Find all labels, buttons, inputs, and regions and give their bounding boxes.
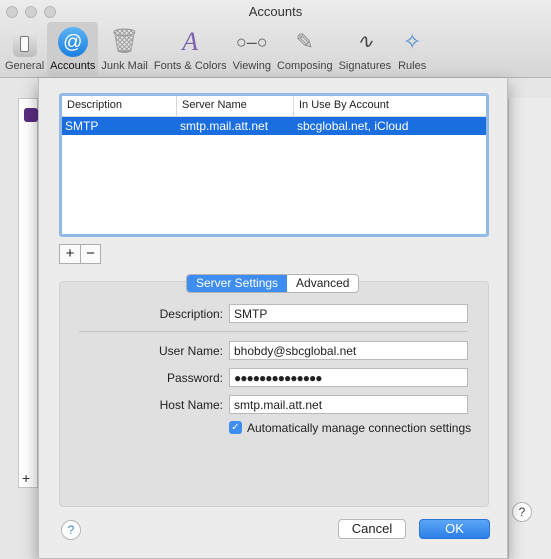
add-remove-control: + − (59, 244, 101, 264)
cell-server-name: smtp.mail.att.net (180, 119, 269, 133)
pencil-icon: ✎ (295, 29, 314, 54)
toolbar-junk-mail[interactable]: 🗑︎ Junk Mail (98, 22, 150, 76)
description-field[interactable]: SMTP (229, 304, 468, 323)
toolbar-label: General (5, 60, 45, 72)
toolbar-fonts-colors[interactable]: A Fonts & Colors (151, 22, 230, 76)
toolbar-label: Accounts (50, 60, 96, 72)
toolbar-rules[interactable]: ✧ Rules (394, 22, 430, 76)
description-label: Description: (159, 307, 223, 321)
add-server-button[interactable]: + (60, 245, 80, 263)
toolbar-label: Viewing (232, 60, 271, 72)
username-field[interactable]: bhobdy@sbcglobal.net (229, 341, 468, 360)
ok-button[interactable]: OK (419, 519, 490, 539)
server-table[interactable]: Description Server Name In Use By Accoun… (59, 93, 489, 237)
username-label: User Name: (158, 344, 223, 358)
window-title: Accounts (248, 4, 303, 19)
tab-advanced[interactable]: Advanced (287, 275, 358, 292)
toolbar-composing[interactable]: ✎ Composing (274, 22, 336, 76)
hostname-label: Host Name: (159, 398, 223, 412)
tab-server-settings[interactable]: Server Settings (187, 275, 288, 292)
help-button[interactable]: ? (61, 520, 81, 540)
toolbar-label: Signatures (338, 60, 392, 72)
password-label: Password: (166, 371, 223, 385)
column-header-server-name[interactable]: Server Name (177, 96, 294, 116)
rules-icon: ✧ (402, 29, 422, 54)
accounts-list-background (18, 98, 38, 488)
at-sign-icon: @ (57, 27, 88, 57)
settings-tab-control: Server Settings Advanced (186, 274, 360, 293)
table-header: Description Server Name In Use By Accoun… (62, 96, 486, 117)
background-panel-edge (508, 98, 551, 559)
form-divider (79, 331, 468, 332)
toolbar-label: Fonts & Colors (153, 60, 227, 72)
password-field[interactable]: ●●●●●●●●●●●●●● (229, 368, 468, 387)
preferences-titlebar: Accounts General @ Accounts 🗑︎ Junk Mail… (0, 0, 551, 78)
toolbar-viewing[interactable]: ○‒○ Viewing (230, 22, 274, 76)
toolbar-label: Rules (398, 60, 427, 72)
toolbar-accounts[interactable]: @ Accounts (47, 22, 99, 76)
table-row[interactable]: SMTP smtp.mail.att.net sbcglobal.net, iC… (62, 117, 486, 135)
cell-description: SMTP (65, 119, 99, 133)
general-icon (12, 31, 37, 57)
fonts-icon: A (182, 27, 199, 56)
remove-server-button[interactable]: − (80, 245, 100, 263)
column-header-description[interactable]: Description (62, 96, 177, 116)
toolbar-label: Junk Mail (101, 60, 148, 72)
trash-icon: 🗑︎ (109, 28, 140, 55)
toolbar-general[interactable]: General (2, 22, 47, 76)
toolbar-label: Composing (276, 60, 333, 72)
auto-manage-label[interactable]: Automatically manage connection settings (247, 421, 471, 435)
glasses-icon: ○‒○ (235, 32, 268, 52)
account-icon (24, 108, 38, 122)
preferences-toolbar: General @ Accounts 🗑︎ Junk Mail A Fonts … (2, 22, 430, 76)
signature-icon: ∿ (356, 31, 374, 53)
add-account-icon: + (22, 470, 31, 486)
toolbar-signatures[interactable]: ∿ Signatures (336, 22, 395, 76)
cancel-button[interactable]: Cancel (338, 519, 406, 539)
hostname-field[interactable]: smtp.mail.att.net (229, 395, 468, 414)
column-header-in-use-by[interactable]: In Use By Account (294, 96, 486, 116)
smtp-server-sheet: Description Server Name In Use By Accoun… (38, 78, 508, 559)
auto-manage-checkbox[interactable]: ✓ (229, 421, 242, 434)
background-help-icon: ? (512, 502, 532, 522)
cell-in-use-by: sbcglobal.net, iCloud (297, 119, 409, 133)
